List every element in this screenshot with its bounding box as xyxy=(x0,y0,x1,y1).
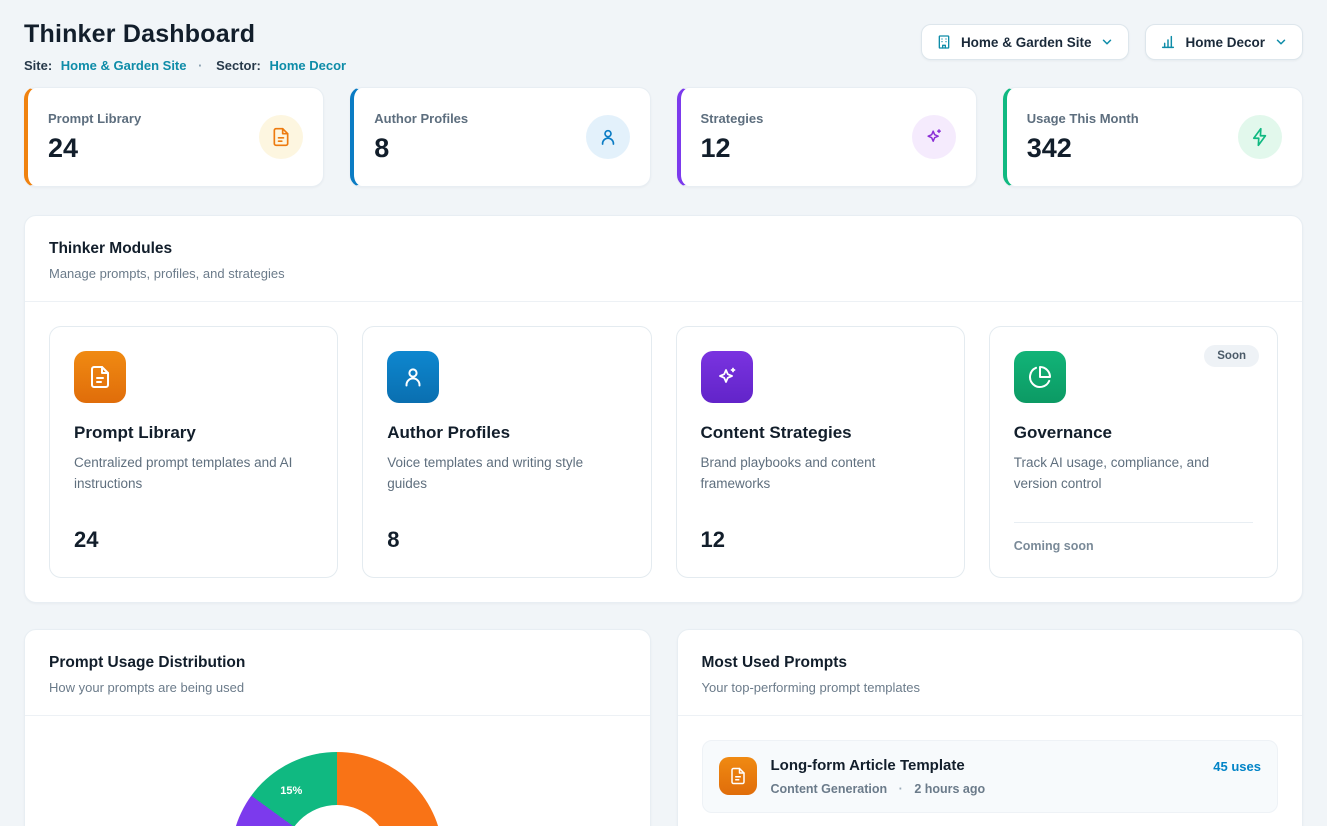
soon-badge: Soon xyxy=(1204,345,1259,367)
lightning-icon xyxy=(1238,115,1282,159)
prompts-card-subtitle: Your top-performing prompt templates xyxy=(702,680,1279,695)
stat-value: 8 xyxy=(374,133,468,164)
module-count: 8 xyxy=(387,527,626,553)
site-link[interactable]: Home & Garden Site xyxy=(61,58,187,73)
stat-label: Strategies xyxy=(701,111,764,126)
donut-segment-label: 15% xyxy=(280,785,302,797)
site-label: Site: xyxy=(24,58,52,73)
breadcrumb: Site: Home & Garden Site · Sector: Home … xyxy=(24,58,346,73)
header-text-block: Thinker Dashboard Site: Home & Garden Si… xyxy=(24,18,346,73)
stat-label: Usage This Month xyxy=(1027,111,1139,126)
page-title: Thinker Dashboard xyxy=(24,20,346,49)
building-icon xyxy=(936,34,952,50)
module-count: 24 xyxy=(74,527,313,553)
header-selectors: Home & Garden Site Home Decor xyxy=(921,24,1303,60)
usage-card-title: Prompt Usage Distribution xyxy=(49,654,626,672)
module-card-governance: Soon Governance Track AI usage, complian… xyxy=(989,326,1278,578)
module-card-author-profiles[interactable]: Author Profiles Voice templates and writ… xyxy=(362,326,651,578)
meta-dot: · xyxy=(899,782,903,796)
stats-row: Prompt Library 24 Author Profiles 8 Stra… xyxy=(24,87,1303,187)
stat-label: Author Profiles xyxy=(374,111,468,126)
module-description: Brand playbooks and content frameworks xyxy=(701,453,940,495)
star-icon xyxy=(701,351,753,403)
prompt-item-title: Long-form Article Template xyxy=(771,757,986,774)
chart-area: 15% xyxy=(25,716,650,826)
prompts-card-title: Most Used Prompts xyxy=(702,654,1279,672)
stat-card-author-profiles: Author Profiles 8 xyxy=(350,87,650,187)
modules-grid: Prompt Library Centralized prompt templa… xyxy=(25,302,1302,602)
user-icon xyxy=(387,351,439,403)
chevron-down-icon xyxy=(1274,35,1288,49)
donut-chart: 15% xyxy=(231,752,443,826)
sector-link[interactable]: Home Decor xyxy=(270,58,347,73)
pie-chart-icon xyxy=(1014,351,1066,403)
sector-selector-label: Home Decor xyxy=(1185,35,1265,50)
module-title: Content Strategies xyxy=(701,423,940,443)
prompt-item-uses: 45 uses xyxy=(1213,757,1261,774)
prompt-list-item[interactable]: Long-form Article Template Content Gener… xyxy=(702,740,1279,813)
modules-panel-header: Thinker Modules Manage prompts, profiles… xyxy=(25,216,1302,302)
thinker-modules-panel: Thinker Modules Manage prompts, profiles… xyxy=(24,215,1303,603)
sector-selector-button[interactable]: Home Decor xyxy=(1145,24,1303,60)
coming-soon-note: Coming soon xyxy=(1014,522,1253,553)
star-icon xyxy=(912,115,956,159)
bar-chart-icon xyxy=(1160,34,1176,50)
modules-panel-title: Thinker Modules xyxy=(49,240,1278,258)
prompt-item-category: Content Generation xyxy=(771,782,888,796)
module-description: Centralized prompt templates and AI inst… xyxy=(74,453,313,495)
usage-card-header: Prompt Usage Distribution How your promp… xyxy=(25,630,650,716)
site-selector-button[interactable]: Home & Garden Site xyxy=(921,24,1130,60)
stat-card-usage: Usage This Month 342 xyxy=(1003,87,1303,187)
module-title: Governance xyxy=(1014,423,1253,443)
document-icon xyxy=(259,115,303,159)
prompt-item-meta: Content Generation · 2 hours ago xyxy=(771,782,986,796)
sector-label: Sector: xyxy=(216,58,261,73)
breadcrumb-dot: · xyxy=(198,58,202,73)
document-icon xyxy=(74,351,126,403)
stat-value: 24 xyxy=(48,133,141,164)
module-title: Author Profiles xyxy=(387,423,626,443)
module-description: Track AI usage, compliance, and version … xyxy=(1014,453,1253,495)
usage-card-subtitle: How your prompts are being used xyxy=(49,680,626,695)
module-card-content-strategies[interactable]: Content Strategies Brand playbooks and c… xyxy=(676,326,965,578)
prompts-card-header: Most Used Prompts Your top-performing pr… xyxy=(678,630,1303,716)
prompt-usage-distribution-card: Prompt Usage Distribution How your promp… xyxy=(24,629,651,826)
document-icon xyxy=(719,757,757,795)
module-title: Prompt Library xyxy=(74,423,313,443)
chevron-down-icon xyxy=(1100,35,1114,49)
module-card-prompt-library[interactable]: Prompt Library Centralized prompt templa… xyxy=(49,326,338,578)
dashboard-page: Thinker Dashboard Site: Home & Garden Si… xyxy=(0,0,1327,826)
stat-value: 342 xyxy=(1027,133,1139,164)
module-description: Voice templates and writing style guides xyxy=(387,453,626,495)
stat-card-prompt-library: Prompt Library 24 xyxy=(24,87,324,187)
stat-label: Prompt Library xyxy=(48,111,141,126)
stat-value: 12 xyxy=(701,133,764,164)
prompt-item-text: Long-form Article Template Content Gener… xyxy=(771,757,986,796)
modules-panel-subtitle: Manage prompts, profiles, and strategies xyxy=(49,266,1278,281)
site-selector-label: Home & Garden Site xyxy=(961,35,1092,50)
stat-text: Prompt Library 24 xyxy=(48,111,141,164)
prompt-item-time: 2 hours ago xyxy=(914,782,985,796)
user-icon xyxy=(586,115,630,159)
most-used-prompts-card: Most Used Prompts Your top-performing pr… xyxy=(677,629,1304,826)
stat-text: Strategies 12 xyxy=(701,111,764,164)
module-count: 12 xyxy=(701,527,940,553)
bottom-row: Prompt Usage Distribution How your promp… xyxy=(24,629,1303,826)
stat-card-strategies: Strategies 12 xyxy=(677,87,977,187)
stat-text: Usage This Month 342 xyxy=(1027,111,1139,164)
top-bar: Thinker Dashboard Site: Home & Garden Si… xyxy=(24,18,1303,73)
stat-text: Author Profiles 8 xyxy=(374,111,468,164)
